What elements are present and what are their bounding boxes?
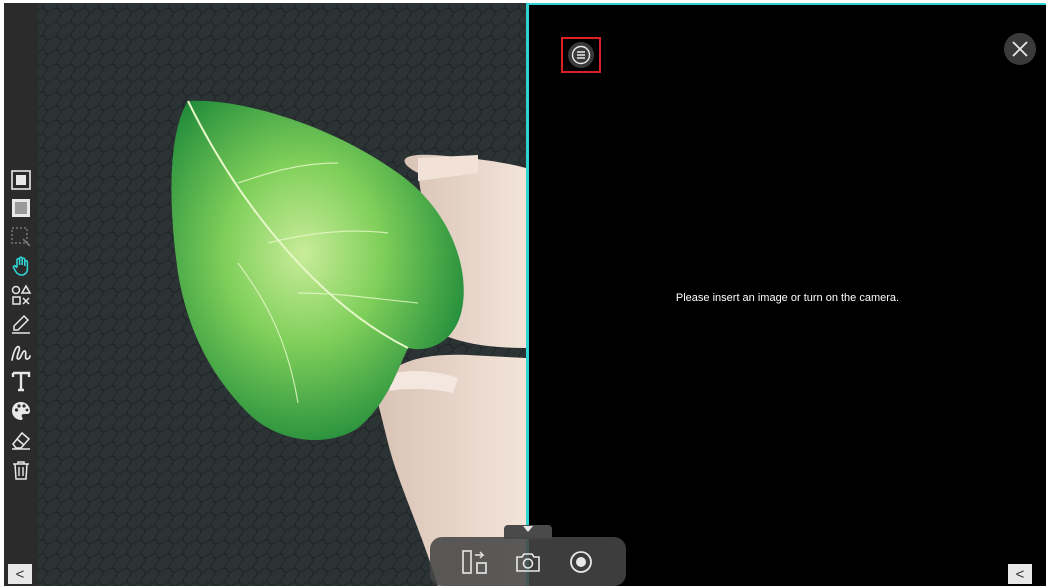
menu-button[interactable] [561,37,601,73]
record-button[interactable] [565,546,597,578]
collapse-left-button[interactable]: < [8,564,32,584]
freehand-curve-icon[interactable] [9,341,33,365]
palette-icon[interactable] [9,399,33,423]
stop-square-icon[interactable] [9,168,33,192]
pencil-icon[interactable] [9,312,33,336]
camera-view [38,3,526,586]
collapse-right-button[interactable]: < [1008,564,1032,584]
camera-image [38,3,526,586]
camera-button[interactable] [512,546,544,578]
right-panel: Please insert an image or turn on the ca… [529,3,1046,586]
close-button[interactable] [1004,33,1036,65]
eraser-icon[interactable] [9,428,33,452]
selection-crop-icon[interactable] [9,225,33,249]
split-swap-icon [461,549,487,574]
left-toolbar: < [4,3,38,586]
triangle-down-icon [523,526,533,532]
bottom-control-bar [430,537,626,586]
empty-state-message: Please insert an image or turn on the ca… [675,292,900,304]
record-icon [570,550,593,573]
hand-pan-icon[interactable] [9,254,33,278]
split-swap-button[interactable] [459,546,491,578]
app-window: < Please insert an image or turn on the … [4,3,1046,586]
text-icon[interactable] [9,369,33,393]
close-icon [1012,41,1028,57]
frame-square-icon[interactable] [9,196,33,220]
camera-icon [516,552,540,572]
shapes-icon[interactable] [9,283,33,307]
trash-icon[interactable] [9,458,33,482]
menu-icon [568,42,594,68]
